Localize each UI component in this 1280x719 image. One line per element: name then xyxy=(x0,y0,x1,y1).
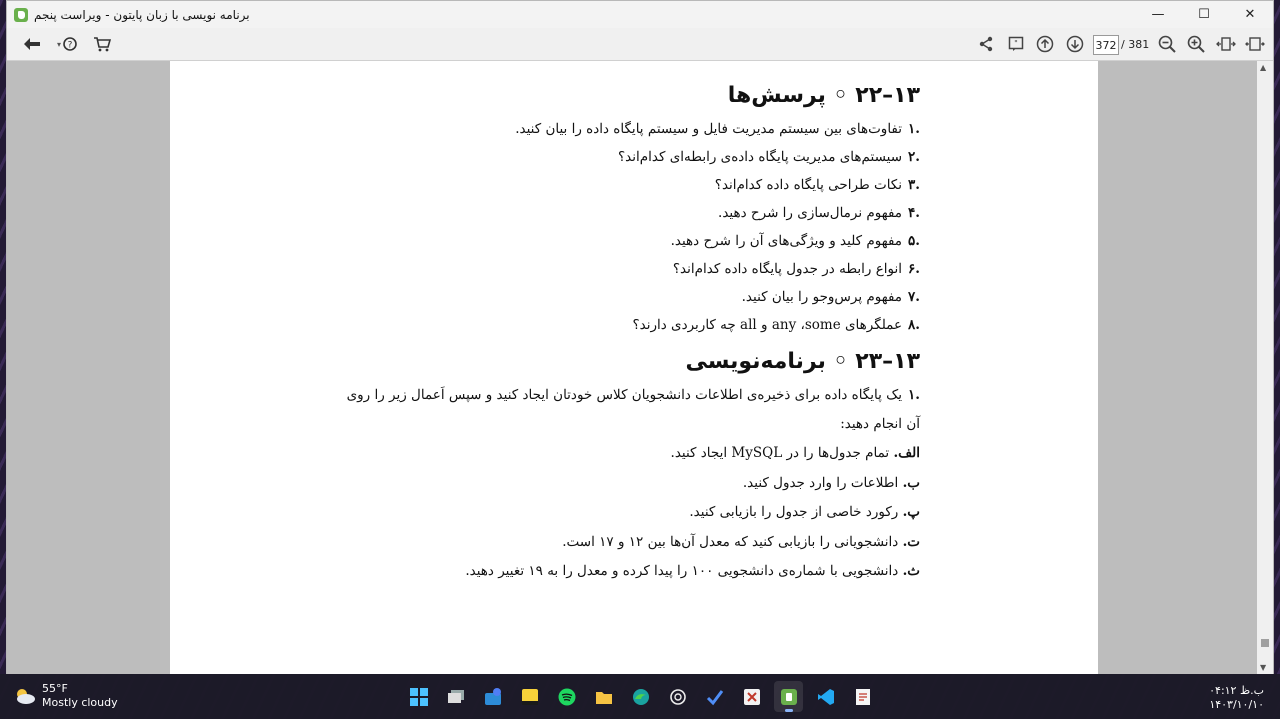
question-number: .۶ xyxy=(908,261,920,277)
file-explorer-icon[interactable] xyxy=(589,681,618,712)
active-indicator xyxy=(785,709,793,712)
question-number: .۲ xyxy=(908,149,920,165)
zoom-in-icon[interactable] xyxy=(1185,34,1207,54)
exercise-number: .۱ xyxy=(908,387,920,403)
comment-icon[interactable]: " xyxy=(1005,34,1027,54)
subitem-text: دانشجویی با شماره‌ی دانشجویی ۱۰۰ را پیدا… xyxy=(465,563,899,579)
subitem-text: تمام جدول‌ها را در MySQL ایجاد کنید. xyxy=(670,445,890,461)
code-editor-icon[interactable] xyxy=(737,681,766,712)
question-item: .۳ نکات طراحی پایگاه داده کدام‌اند؟ xyxy=(340,171,920,199)
section-heading-programming: ۱۳–۲۳ ◦ برنامه‌نویسی xyxy=(685,349,921,374)
sticky-notes-icon[interactable] xyxy=(515,681,544,712)
subitem-text: اطلاعات را وارد جدول کنید. xyxy=(742,474,899,491)
question-text: سیستم‌های مدیریت پایگاه داده‌ی رابطه‌ای … xyxy=(618,149,903,165)
clock-time: ۰۴:۱۲ ب.ظ xyxy=(1209,684,1264,697)
toolbar: ▾ ? " 372 / 381 xyxy=(7,28,1273,61)
exercise-subitem: الف. تمام جدول‌ها را در MySQL ایجاد کنید… xyxy=(340,439,920,469)
question-number: .۱ xyxy=(908,121,920,137)
exercise-subitem: ب. اطلاعات را وارد جدول کنید. xyxy=(340,469,920,499)
store-icon[interactable] xyxy=(478,681,507,712)
edge-icon[interactable] xyxy=(626,681,655,712)
question-text: تفاوت‌های بین سیستم مدیریت فایل و سیستم … xyxy=(515,121,903,137)
page-number-input[interactable]: 372 xyxy=(1093,35,1119,55)
clock-date: ۱۴۰۳/۱۰/۱۰ xyxy=(1209,698,1264,711)
window-title: برنامه نویسی با زبان پایتون - ویراست پنج… xyxy=(34,7,250,22)
question-number: .۴ xyxy=(908,205,920,221)
fit-page-icon[interactable] xyxy=(1244,34,1266,54)
question-item: .۸ عملگرهای any ،some و all چه کاربردی دا… xyxy=(340,311,920,339)
task-view-icon[interactable] xyxy=(441,681,470,712)
question-item: .۲ سیستم‌های مدیریت پایگاه داده‌ی رابطه‌ا… xyxy=(340,143,920,171)
taskbar: 55°F Mostly cloudy ۰۴:۱۲ ب.ظ ۱۴۰۳/۱۰/۱۰ xyxy=(0,674,1280,719)
exercise-text: یک پایگاه داده برای ذخیره‌ی اطلاعات دانش… xyxy=(346,387,920,432)
question-number: .۳ xyxy=(908,177,920,193)
question-text: مفهوم نرمال‌سازی را شرح دهید. xyxy=(718,205,903,221)
question-item: .۵ مفهوم کلید و ویژگی‌های آن را شرح دهید. xyxy=(340,227,920,255)
question-item: .۱ تفاوت‌های بین سیستم مدیریت فایل و سیست… xyxy=(340,115,920,143)
taskbar-apps xyxy=(404,681,877,712)
back-arrow-icon[interactable] xyxy=(21,34,43,54)
close-button[interactable]: ✕ xyxy=(1227,1,1273,28)
subitem-label: ث. xyxy=(902,563,920,579)
zoom-out-icon[interactable] xyxy=(1156,34,1178,54)
subitem-label: ت. xyxy=(902,533,920,550)
notepad-icon[interactable] xyxy=(848,681,877,712)
fit-width-icon[interactable] xyxy=(1215,34,1237,54)
question-number: .۷ xyxy=(908,289,920,305)
help-icon[interactable]: ▾ ? xyxy=(53,34,81,54)
document-page: ۱۳–۲۲ ◦ پرسش‌ها .۱ تفاوت‌های بین سیستم مد… xyxy=(170,61,1098,674)
question-text: انواع رابطه در جدول پایگاه داده کدام‌اند… xyxy=(672,261,903,277)
page-content: ۱۳–۲۲ ◦ پرسش‌ها .۱ تفاوت‌های بین سیستم مد… xyxy=(340,79,920,587)
question-item: .۶ انواع رابطه در جدول پایگاه داده کدام‌ا… xyxy=(340,255,920,283)
exercise-subitem: ث. دانشجویی با شماره‌ی دانشجویی ۱۰۰ را پ… xyxy=(340,557,920,587)
page-up-icon[interactable] xyxy=(1034,34,1056,54)
question-number: .۸ xyxy=(908,317,920,333)
cloud-icon xyxy=(17,689,35,704)
page-down-icon[interactable] xyxy=(1064,34,1086,54)
exercise-subitem: پ. رکورد خاصی از جدول را بازیابی کنید. xyxy=(340,498,920,528)
spotify-icon[interactable] xyxy=(552,681,581,712)
app-icon xyxy=(14,7,28,22)
chatgpt-icon[interactable] xyxy=(663,681,692,712)
question-number: .۵ xyxy=(908,233,920,249)
question-text: مفهوم پرس‌وجو را بیان کنید. xyxy=(741,289,903,305)
svg-text:": " xyxy=(1014,39,1018,48)
vertical-scrollbar[interactable]: ▲ ▼ xyxy=(1257,61,1273,674)
windows-start-icon[interactable] xyxy=(404,681,433,712)
question-text: نکات طراحی پایگاه داده کدام‌اند؟ xyxy=(714,177,903,193)
subitem-label: الف. xyxy=(893,445,920,461)
vscode-icon[interactable] xyxy=(811,681,840,712)
question-item: .۷ مفهوم پرس‌وجو را بیان کنید. xyxy=(340,283,920,311)
title-bar: برنامه نویسی با زبان پایتون - ویراست پنج… xyxy=(7,1,1273,28)
page-total: / 381 xyxy=(1121,38,1150,51)
weather-temp: 55°F xyxy=(42,682,68,695)
share-icon[interactable] xyxy=(975,34,997,54)
section-heading-questions: ۱۳–۲۲ ◦ پرسش‌ها xyxy=(727,83,920,108)
subitem-text: دانشجویانی را بازیابی کنید که معدل آن‌ها… xyxy=(562,533,899,550)
scroll-up-icon[interactable]: ▲ xyxy=(1260,63,1266,72)
reader-window: برنامه نویسی با زبان پایتون - ویراست پنج… xyxy=(6,0,1274,674)
minimize-button[interactable]: — xyxy=(1135,1,1181,28)
exercise-subitem: ت. دانشجویانی را بازیابی کنید که معدل آن… xyxy=(340,528,920,558)
subitem-label: ب. xyxy=(902,474,920,491)
todo-icon[interactable] xyxy=(700,681,729,712)
svg-text:?: ? xyxy=(68,41,73,51)
weather-widget[interactable]: 55°F Mostly cloudy xyxy=(14,682,118,710)
document-viewer: ۱۳–۲۲ ◦ پرسش‌ها .۱ تفاوت‌های بین سیستم مد… xyxy=(7,61,1259,674)
weather-desc: Mostly cloudy xyxy=(42,696,118,709)
question-text: عملگرهای any ،some و all چه کاربردی دارن… xyxy=(632,317,903,333)
reader-app-icon[interactable] xyxy=(774,681,803,712)
question-item: .۴ مفهوم نرمال‌سازی را شرح دهید. xyxy=(340,199,920,227)
scrollbar-thumb[interactable] xyxy=(1261,639,1269,647)
question-text: مفهوم کلید و ویژگی‌های آن را شرح دهید. xyxy=(670,233,903,249)
subitem-text: رکورد خاصی از جدول را بازیابی کنید. xyxy=(689,504,899,520)
subitem-label: پ. xyxy=(902,504,920,520)
exercise-item: .۱یک پایگاه داده برای ذخیره‌ی اطلاعات دا… xyxy=(340,381,920,439)
maximize-button[interactable]: ☐ xyxy=(1181,1,1227,28)
scroll-down-icon[interactable]: ▼ xyxy=(1260,663,1266,672)
cart-icon[interactable] xyxy=(91,34,113,54)
system-clock[interactable]: ۰۴:۱۲ ب.ظ ۱۴۰۳/۱۰/۱۰ xyxy=(1209,684,1264,712)
